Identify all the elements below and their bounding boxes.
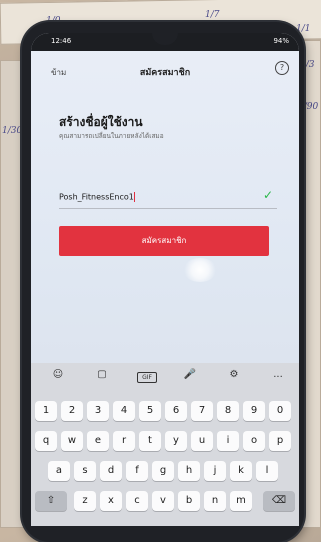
backspace-key-icon[interactable]: ⌫ bbox=[263, 491, 295, 511]
keyboard-toolbar: ☺ ▢ GIF 🎤 ⚙ ... bbox=[31, 363, 299, 389]
keyboard: ☺ ▢ GIF 🎤 ⚙ ... 1 2 3 4 5 6 7 8 9 0 q w … bbox=[31, 363, 299, 526]
page-title: สมัครสมาชิก bbox=[139, 68, 191, 78]
username-field[interactable]: Posh_FitnessEnco1 ✓ bbox=[59, 188, 277, 209]
checkmark-icon: ✓ bbox=[262, 188, 273, 202]
key-8[interactable]: 8 bbox=[217, 401, 239, 421]
more-icon[interactable]: ... bbox=[269, 369, 287, 383]
sticker-icon[interactable]: ▢ bbox=[93, 369, 111, 383]
key-y[interactable]: y bbox=[165, 431, 187, 451]
battery-status: 94% bbox=[273, 37, 289, 45]
key-t[interactable]: t bbox=[139, 431, 161, 451]
key-b[interactable]: b bbox=[178, 491, 200, 511]
key-l[interactable]: l bbox=[256, 461, 278, 481]
shift-key-icon[interactable]: ⇧ bbox=[35, 491, 67, 511]
key-6[interactable]: 6 bbox=[165, 401, 187, 421]
phone-screen: 12:46 94% ข้าม สมัครสมาชิก ? สร้างชื่อผู… bbox=[31, 33, 299, 526]
scribble: 1/7 bbox=[205, 10, 220, 20]
app-bar: ข้าม สมัครสมาชิก ? bbox=[31, 51, 299, 85]
key-k[interactable]: k bbox=[230, 461, 252, 481]
key-9[interactable]: 9 bbox=[243, 401, 265, 421]
microphone-icon[interactable]: 🎤 bbox=[181, 369, 199, 383]
key-d[interactable]: d bbox=[100, 461, 122, 481]
key-4[interactable]: 4 bbox=[113, 401, 135, 421]
key-7[interactable]: 7 bbox=[191, 401, 213, 421]
key-v[interactable]: v bbox=[152, 491, 174, 511]
key-p[interactable]: p bbox=[269, 431, 291, 451]
gif-icon[interactable]: GIF bbox=[137, 372, 157, 383]
signup-button[interactable]: สมัครสมาชิก bbox=[59, 226, 269, 256]
key-u[interactable]: u bbox=[191, 431, 213, 451]
key-f[interactable]: f bbox=[126, 461, 148, 481]
key-g[interactable]: g bbox=[152, 461, 174, 481]
key-a[interactable]: a bbox=[48, 461, 70, 481]
form-heading: สร้างชื่อผู้ใช้งาน bbox=[59, 115, 143, 129]
key-2[interactable]: 2 bbox=[61, 401, 83, 421]
key-w[interactable]: w bbox=[61, 431, 83, 451]
status-time: 12:46 bbox=[51, 37, 72, 45]
key-s[interactable]: s bbox=[74, 461, 96, 481]
settings-icon[interactable]: ⚙ bbox=[225, 369, 243, 383]
key-m[interactable]: m bbox=[230, 491, 252, 511]
help-icon[interactable]: ? bbox=[275, 61, 289, 75]
key-r[interactable]: r bbox=[113, 431, 135, 451]
emoji-icon[interactable]: ☺ bbox=[49, 369, 67, 383]
form-subtext: คุณสามารถเปลี่ยนในภายหลังได้เสมอ bbox=[59, 132, 164, 140]
key-3[interactable]: 3 bbox=[87, 401, 109, 421]
key-o[interactable]: o bbox=[243, 431, 265, 451]
text-caret bbox=[133, 192, 135, 202]
key-0[interactable]: 0 bbox=[269, 401, 291, 421]
key-q[interactable]: q bbox=[35, 431, 57, 451]
key-e[interactable]: e bbox=[87, 431, 109, 451]
key-c[interactable]: c bbox=[126, 491, 148, 511]
key-j[interactable]: j bbox=[204, 461, 226, 481]
username-input[interactable]: Posh_FitnessEnco1 bbox=[59, 192, 135, 202]
key-i[interactable]: i bbox=[217, 431, 239, 451]
key-z[interactable]: z bbox=[74, 491, 96, 511]
scribble: 1/30 bbox=[2, 126, 23, 136]
key-h[interactable]: h bbox=[178, 461, 200, 481]
light-glare bbox=[183, 258, 217, 282]
key-5[interactable]: 5 bbox=[139, 401, 161, 421]
key-x[interactable]: x bbox=[100, 491, 122, 511]
username-value: Posh_FitnessEnco1 bbox=[59, 192, 134, 202]
key-1[interactable]: 1 bbox=[35, 401, 57, 421]
key-n[interactable]: n bbox=[204, 491, 226, 511]
